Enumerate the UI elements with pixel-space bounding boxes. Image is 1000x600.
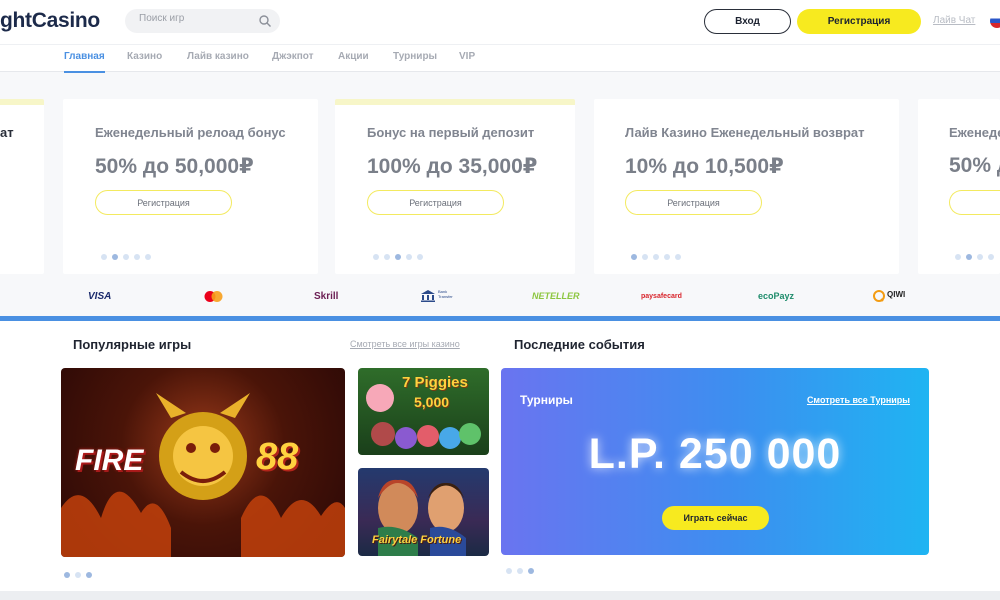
neteller-logo: NETELLER — [532, 291, 580, 301]
game-tile-fire-88[interactable]: FIRE 88 — [61, 368, 345, 557]
promo-title: Еженедельный релоад бонус — [95, 125, 286, 140]
mastercard-logo-icon — [204, 291, 223, 302]
search-input[interactable] — [139, 13, 254, 24]
nav-item-tournaments[interactable]: Турниры — [393, 51, 437, 73]
carousel-dots — [631, 254, 681, 260]
carousel-dot[interactable] — [966, 254, 972, 260]
carousel-dot[interactable] — [373, 254, 379, 260]
carousel-dot[interactable] — [101, 254, 107, 260]
latest-events-title: Последние события — [514, 337, 645, 352]
bank-transfer-logo: Bank Transfer — [421, 289, 453, 307]
carousel-dot[interactable] — [395, 254, 401, 260]
visa-logo: VISA — [88, 291, 112, 302]
carousel-dot[interactable] — [86, 572, 92, 578]
carousel-dots — [101, 254, 151, 260]
promo-title: Бонус на первый депозит — [367, 125, 535, 140]
header: ghtCasino Вход Регистрация Лайв Чат — [0, 0, 1000, 44]
search-box[interactable] — [125, 9, 280, 33]
game-tile-7-piggies[interactable]: 7 Piggies 5,000 — [358, 368, 489, 455]
bank-icon — [421, 290, 435, 302]
main-nav: Главная Казино Лайв казино Джэкпот Акции… — [0, 44, 1000, 73]
promo-register-button[interactable]: Регистрация — [625, 190, 762, 215]
tournament-prize: L.P. 250 000 — [588, 430, 842, 478]
promo-amount: 100% до 35,000₽ — [367, 155, 538, 178]
payment-methods-bar: VISA Skrill Bank Transfer NETELLER paysa… — [0, 280, 1000, 316]
see-all-tournaments-link[interactable]: Смотреть все Турниры — [807, 395, 910, 405]
paysafecard-logo: paysafecard — [641, 293, 682, 300]
nav-item-promotions[interactable]: Акции — [338, 51, 369, 73]
nav-item-casino[interactable]: Казино — [127, 51, 162, 73]
tournament-banner[interactable]: Турниры Смотреть все Турниры L.P. 250 00… — [501, 368, 929, 555]
search-icon[interactable] — [258, 14, 272, 28]
carousel-dot[interactable] — [506, 568, 512, 574]
promo-title: Лайв Казино Еженедельный возврат — [625, 125, 865, 140]
carousel-dot[interactable] — [64, 572, 70, 578]
promo-title: ат — [0, 125, 14, 140]
register-button[interactable]: Регистрация — [797, 9, 921, 34]
nav-item-jackpot[interactable]: Джэкпот — [272, 51, 314, 73]
games-carousel-dots — [64, 572, 92, 578]
carousel-dot[interactable] — [653, 254, 659, 260]
promo-card[interactable]: Бонус на первый депозит 100% до 35,000₽ … — [335, 99, 575, 274]
logo[interactable]: ghtCasino — [0, 9, 100, 33]
fire-88-logo: FIRE — [75, 444, 144, 477]
promo-register-button[interactable] — [949, 190, 1000, 215]
carousel-dot[interactable] — [528, 568, 534, 574]
fairytale-fortune-logo: Fairytale Fortune — [372, 534, 462, 546]
popular-games-title: Популярные игры — [73, 337, 192, 352]
carousel-dot[interactable] — [75, 572, 81, 578]
carousel-dot[interactable] — [988, 254, 994, 260]
live-chat-link[interactable]: Лайв Чат — [933, 15, 975, 26]
qiwi-icon — [873, 290, 885, 302]
nav-item-vip[interactable]: VIP — [459, 51, 475, 73]
nav-item-home[interactable]: Главная — [64, 51, 105, 73]
see-all-casino-games-link[interactable]: Смотреть все игры казино — [350, 339, 460, 349]
carousel-dot[interactable] — [417, 254, 423, 260]
carousel-dot[interactable] — [384, 254, 390, 260]
carousel-dot[interactable] — [406, 254, 412, 260]
language-flag-icon[interactable] — [990, 14, 1000, 28]
carousel-dots — [955, 254, 994, 260]
promo-card[interactable]: ат — [0, 99, 44, 274]
carousel-dot[interactable] — [134, 254, 140, 260]
skrill-logo: Skrill — [314, 291, 339, 302]
promo-card[interactable]: Еженеде 50% д — [918, 99, 1000, 274]
carousel-dot[interactable] — [145, 254, 151, 260]
nav-item-live-casino[interactable]: Лайв казино — [187, 51, 249, 73]
game-tile-fairytale-fortune[interactable]: Fairytale Fortune — [358, 468, 489, 556]
carousel-dot[interactable] — [664, 254, 670, 260]
footer-strip — [0, 591, 1000, 600]
carousel-dot[interactable] — [977, 254, 983, 260]
carousel-dot[interactable] — [112, 254, 118, 260]
fire-88-number: 88 — [256, 436, 299, 478]
carousel-dot[interactable] — [631, 254, 637, 260]
promo-card[interactable]: Лайв Казино Еженедельный возврат 10% до … — [594, 99, 899, 274]
login-button[interactable]: Вход — [704, 9, 791, 34]
promo-card[interactable]: Еженедельный релоад бонус 50% до 50,000₽… — [63, 99, 318, 274]
carousel-dot[interactable] — [517, 568, 523, 574]
qiwi-logo: QIWI — [873, 289, 905, 307]
carousel-dot[interactable] — [675, 254, 681, 260]
play-now-button[interactable]: Играть сейчас — [662, 506, 769, 530]
promo-amount: 10% до 10,500₽ — [625, 155, 784, 178]
promo-register-button[interactable]: Регистрация — [367, 190, 504, 215]
7-piggies-5000: 5,000 — [414, 394, 450, 410]
ecopayz-logo: ecoPayz — [758, 291, 795, 301]
promo-title: Еженеде — [949, 125, 1000, 140]
events-carousel-dots — [506, 568, 534, 574]
tournament-title: Турниры — [520, 393, 573, 407]
promo-amount: 50% до 50,000₽ — [95, 155, 254, 178]
carousel-dot[interactable] — [955, 254, 961, 260]
promo-amount: 50% д — [949, 154, 1000, 177]
carousel-dot[interactable] — [123, 254, 129, 260]
carousel-dot[interactable] — [642, 254, 648, 260]
7-piggies-logo: 7 Piggies — [402, 374, 468, 391]
promo-register-button[interactable]: Регистрация — [95, 190, 232, 215]
carousel-dots — [373, 254, 423, 260]
